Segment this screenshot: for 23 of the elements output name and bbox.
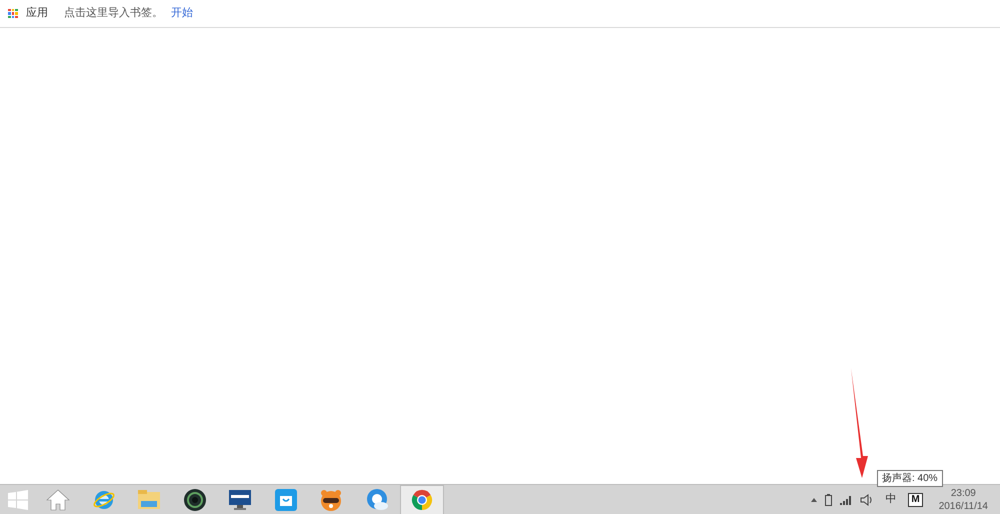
battery-icon[interactable] xyxy=(825,494,832,506)
volume-tooltip: 扬声器: 40% xyxy=(877,470,943,487)
clock[interactable]: 23:09 2016/11/14 xyxy=(938,486,988,512)
shopping-bag-icon xyxy=(274,488,298,512)
home-icon xyxy=(46,488,70,510)
bookmarks-hint: 点击这里导入书签。 xyxy=(64,6,163,22)
clock-date: 2016/11/14 xyxy=(938,500,988,512)
monitor-icon xyxy=(228,488,252,512)
chrome-icon xyxy=(410,488,434,512)
clock-time: 23:09 xyxy=(950,486,976,500)
caret-up-icon[interactable] xyxy=(811,498,818,502)
signal-icon[interactable] xyxy=(840,494,852,504)
apps-shortcut[interactable]: 应用 xyxy=(26,5,48,22)
raccoon-icon xyxy=(319,488,343,512)
folder-icon xyxy=(137,488,161,510)
apps-grid-icon xyxy=(8,8,18,18)
start-link[interactable]: 开始 xyxy=(171,5,193,22)
input-mode-indicator[interactable]: M xyxy=(908,492,923,506)
speaker-icon[interactable] xyxy=(860,494,874,506)
lens-icon xyxy=(182,488,206,512)
windows-logo-icon xyxy=(8,490,28,510)
input-method-indicator[interactable]: 中 xyxy=(885,491,896,508)
cloud-app-icon xyxy=(364,488,388,512)
